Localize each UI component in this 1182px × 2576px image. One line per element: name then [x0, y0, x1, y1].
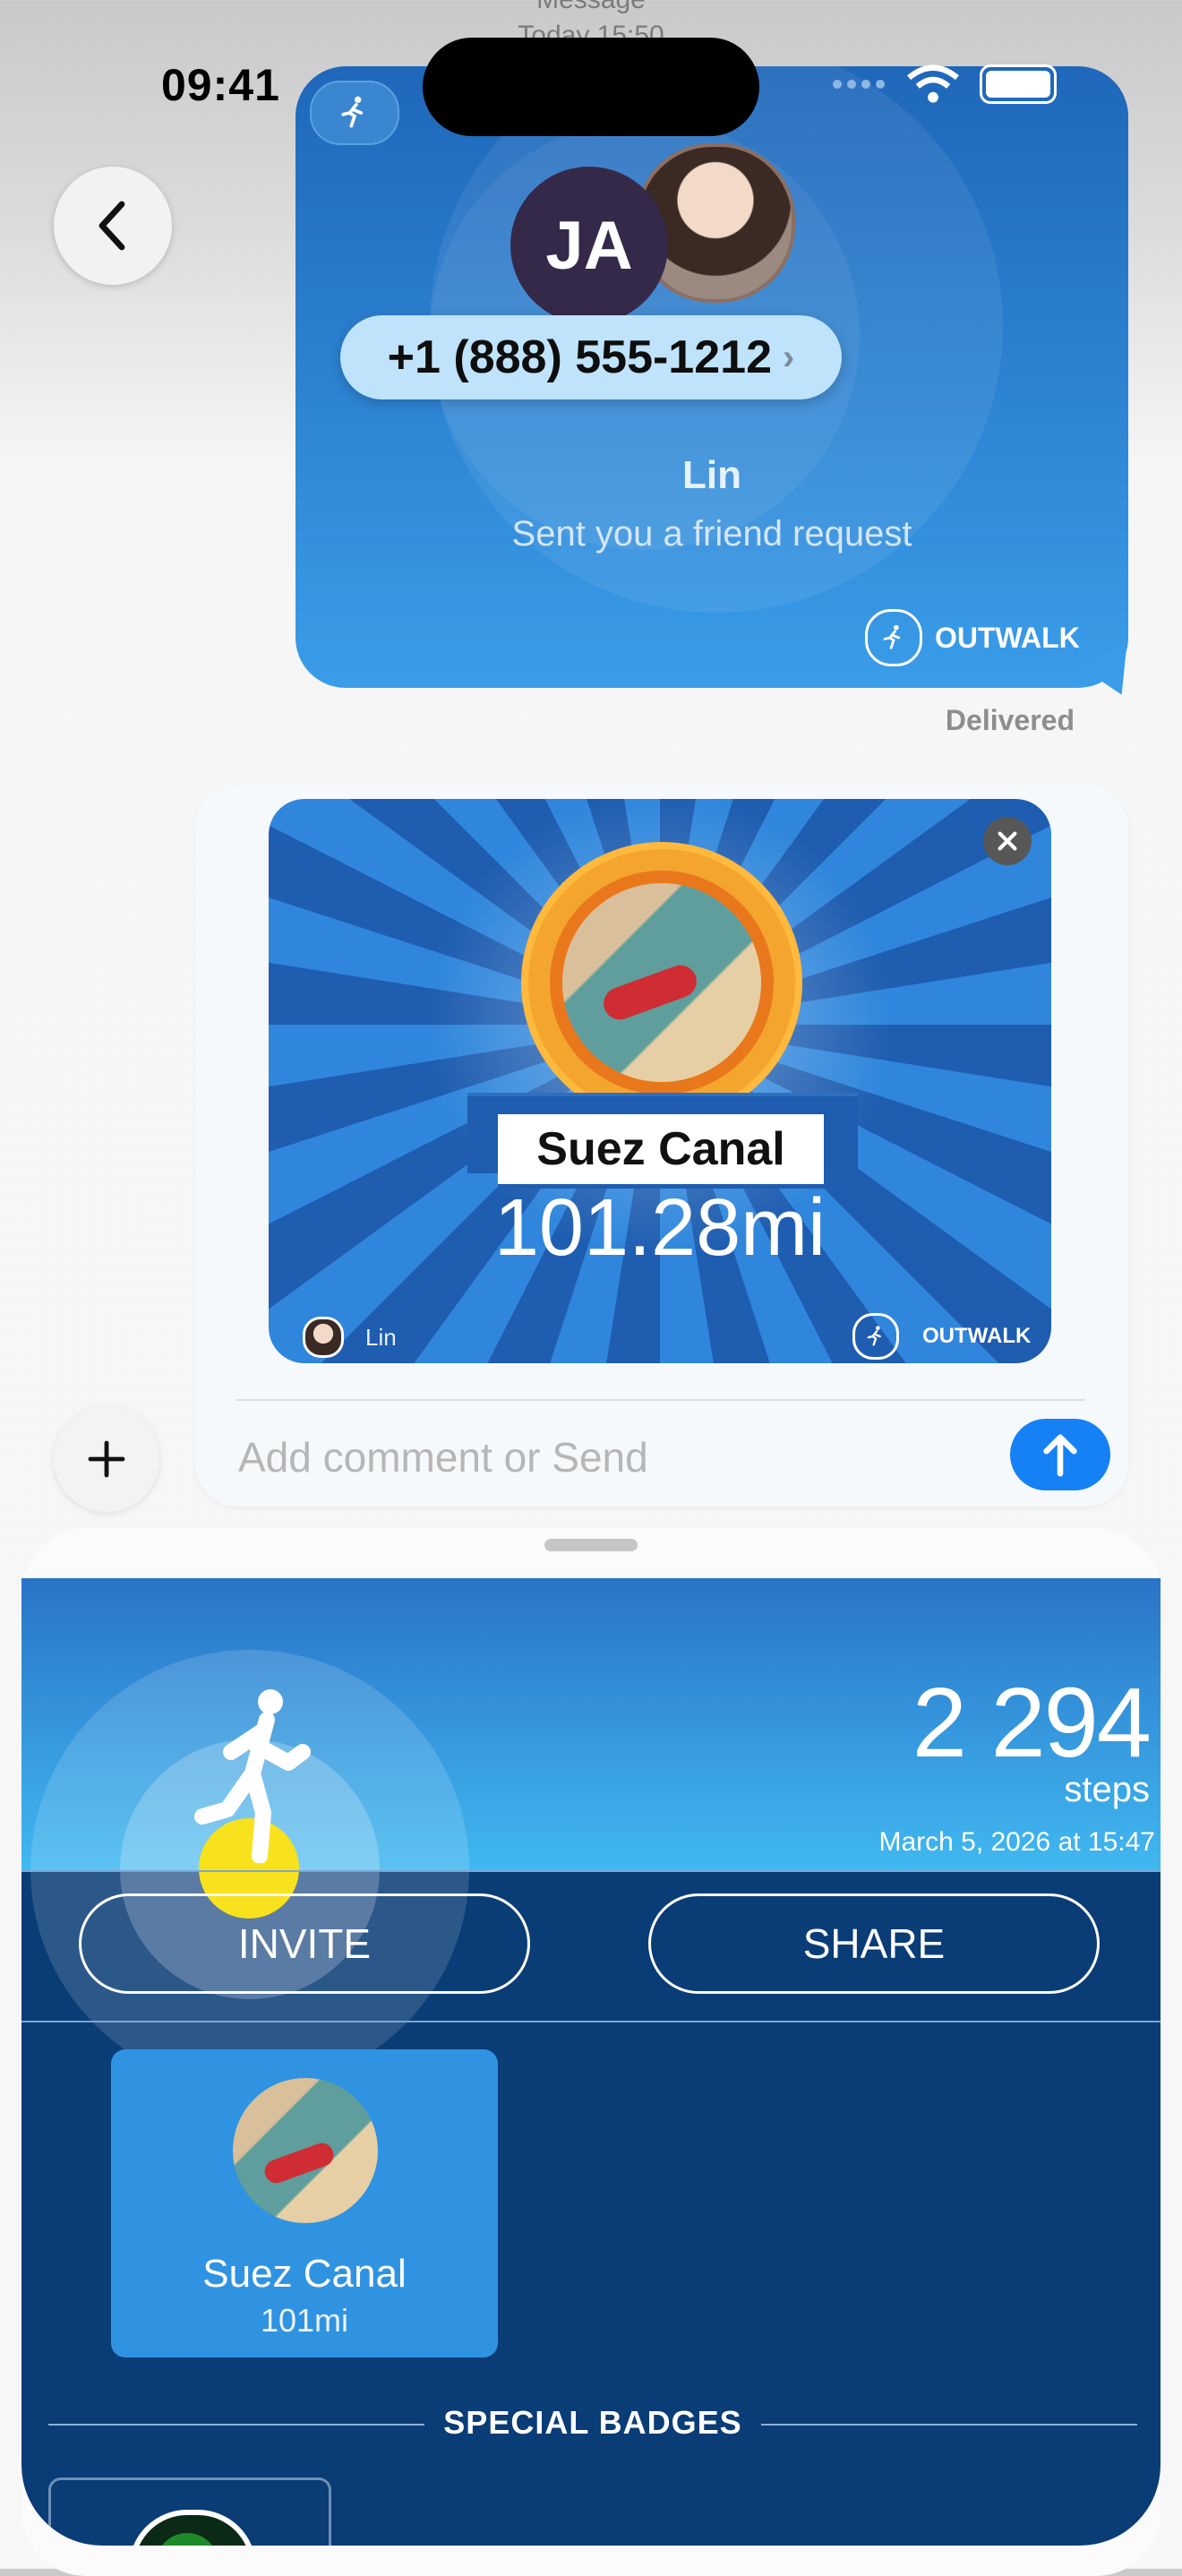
brand-label: OUTWALK: [935, 621, 1080, 654]
runner-icon: [194, 1689, 311, 1863]
chevron-right-icon: ›: [783, 337, 795, 377]
back-button[interactable]: [54, 167, 172, 285]
badge-tile-distance: 101mi: [260, 2302, 349, 2339]
section-rule-left: [48, 2424, 424, 2426]
card-brand: OUTWALK: [852, 1313, 1031, 1360]
badge-distance: 101.28mi: [493, 1183, 827, 1273]
close-icon[interactable]: [983, 817, 1032, 865]
share-button[interactable]: SHARE: [648, 1893, 1100, 1994]
runner-icon: [865, 609, 922, 666]
steps-label: steps: [1064, 1770, 1150, 1809]
delivery-status: Delivered: [945, 704, 1075, 736]
special-badges-heading: SPECIAL BADGES: [443, 2404, 742, 2441]
contact-phone-button[interactable]: +1 (888) 555-1212 ›: [340, 315, 842, 399]
hero-divider: [21, 1870, 1161, 1872]
buttons-divider: [21, 2021, 1161, 2022]
contact-initials-avatar[interactable]: JA: [510, 167, 668, 324]
user-avatar: [303, 1317, 344, 1358]
badge-title: Suez Canal: [498, 1114, 824, 1189]
badge-tile-title: Suez Canal: [202, 2252, 407, 2296]
card-brand-label: OUTWALK: [922, 1324, 1032, 1348]
send-arrow-icon: [1043, 1434, 1077, 1477]
battery-icon: [980, 64, 1057, 104]
section-rule-right: [761, 2424, 1137, 2426]
conversation-title: Message: [501, 0, 681, 18]
invite-button[interactable]: INVITE: [79, 1893, 530, 1994]
request-message: Sent you a friend request: [511, 514, 912, 554]
runner-icon: [852, 1313, 899, 1360]
wifi-icon: [907, 64, 959, 103]
plus-icon: [88, 1440, 125, 1478]
sheet-grabber[interactable]: [544, 1539, 638, 1551]
send-button[interactable]: [1010, 1419, 1110, 1490]
outwalk-brand: OUTWALK: [865, 609, 1080, 666]
signal-icon: [833, 80, 885, 89]
outwalk-app: 2 294 steps March 5, 2026 at 15:47 INVIT…: [21, 1578, 1161, 2546]
contact-phone: +1 (888) 555-1212: [387, 331, 772, 383]
app-chip: [310, 81, 399, 145]
card-user: Lin: [303, 1317, 397, 1358]
back-chevron-icon: [98, 201, 125, 251]
runner-icon: [341, 96, 364, 128]
comment-input[interactable]: [236, 1424, 992, 1490]
request-sender-name: Lin: [682, 453, 741, 497]
steps-date: March 5, 2026 at 15:47: [878, 1827, 1155, 1857]
status-icons: [833, 64, 1057, 104]
composer-divider: [236, 1399, 1085, 1401]
plus-button[interactable]: [54, 1406, 159, 1512]
card-user-name: Lin: [365, 1323, 397, 1351]
dynamic-island: [423, 38, 759, 136]
steps-count: 2 294: [912, 1668, 1152, 1778]
status-time: 09:41: [161, 60, 280, 110]
